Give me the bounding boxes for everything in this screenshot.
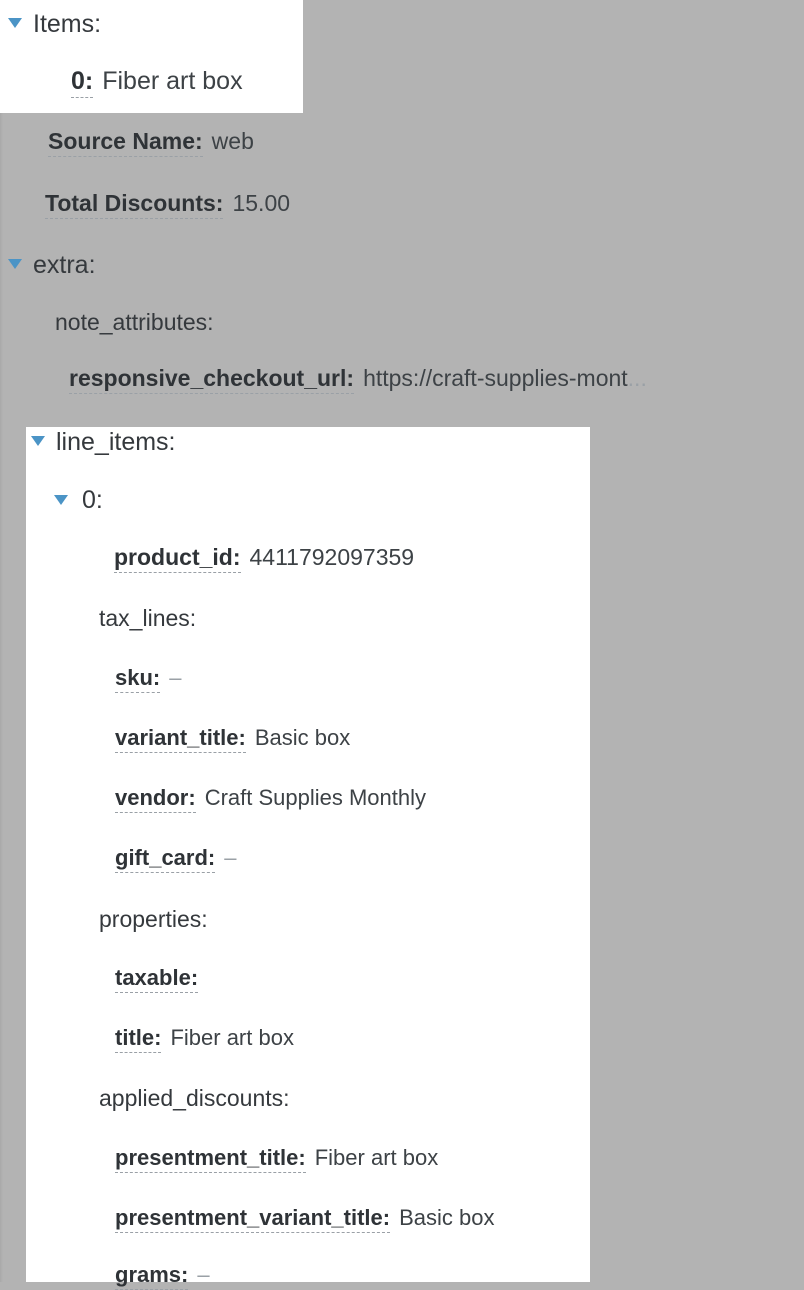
field-title-key: title: (115, 1027, 162, 1053)
items-child-value: Fiber art box (102, 67, 243, 95)
field-sku[interactable]: sku: – (115, 665, 182, 693)
field-source-name-value: web (211, 128, 254, 154)
caret-down-icon[interactable] (8, 259, 22, 269)
field-gift-card-key: gift_card: (115, 847, 216, 873)
items-child-key: 0: (71, 69, 94, 98)
field-product-id-key: product_id: (114, 546, 241, 573)
left-edge-shade (0, 0, 3, 1282)
tree-node-extra[interactable]: extra: (8, 253, 96, 278)
truncation-ellipsis: ... (627, 365, 647, 391)
tree-node-applied-discounts-label: applied_discounts: (99, 1085, 290, 1111)
field-presentment-variant-title[interactable]: presentment_variant_title: Basic box (115, 1205, 495, 1233)
caret-down-icon[interactable] (8, 18, 22, 28)
field-presentment-title-key: presentment_title: (115, 1147, 306, 1173)
tree-node-tax-lines[interactable]: tax_lines: (99, 607, 196, 630)
field-sku-value: – (169, 665, 182, 690)
field-vendor[interactable]: vendor: Craft Supplies Monthly (115, 785, 427, 813)
field-gift-card-value: – (224, 845, 237, 870)
tree-node-properties[interactable]: properties: (99, 908, 208, 931)
field-title-value: Fiber art box (170, 1025, 294, 1050)
field-total-discounts-key: Total Discounts: (45, 192, 224, 219)
field-title[interactable]: title: Fiber art box (115, 1025, 294, 1053)
field-product-id-value: 4411792097359 (249, 544, 415, 570)
field-vendor-value: Craft Supplies Monthly (204, 785, 427, 810)
field-taxable-key: taxable: (115, 967, 199, 993)
field-source-name[interactable]: Source Name: web (48, 128, 254, 157)
tree-node-applied-discounts[interactable]: applied_discounts: (99, 1087, 290, 1110)
field-grams-key: grams: (115, 1264, 189, 1290)
field-variant-title[interactable]: variant_title: Basic box (115, 725, 351, 753)
field-grams[interactable]: grams: – (115, 1262, 210, 1290)
tree-node-line-items-label: line_items: (56, 428, 176, 456)
field-variant-title-value: Basic box (254, 725, 351, 750)
field-presentment-title[interactable]: presentment_title: Fiber art box (115, 1145, 439, 1173)
field-taxable[interactable]: taxable: (115, 967, 207, 993)
tree-node-note-attributes-label: note_attributes: (55, 309, 214, 335)
field-presentment-variant-title-key: presentment_variant_title: (115, 1207, 391, 1233)
field-presentment-title-value: Fiber art box (314, 1145, 439, 1170)
field-responsive-checkout-url-value: https://craft-supplies-mont (363, 365, 628, 391)
tree-node-line-items[interactable]: line_items: (31, 430, 176, 455)
field-presentment-variant-title-value: Basic box (399, 1205, 495, 1230)
tree-node-tax-lines-label: tax_lines: (99, 605, 197, 631)
caret-down-icon[interactable] (54, 495, 68, 505)
field-vendor-key: vendor: (115, 787, 196, 813)
tree-node-items-label: Items: (33, 10, 102, 38)
tree-node-line-item-0[interactable]: 0: (54, 488, 103, 513)
field-product-id[interactable]: product_id: 4411792097359 (114, 544, 415, 573)
tree-node-line-item-0-label: 0: (82, 486, 103, 514)
field-sku-key: sku: (115, 667, 161, 693)
tree-node-note-attributes[interactable]: note_attributes: (55, 311, 214, 334)
tree-node-extra-label: extra: (33, 251, 96, 279)
caret-down-icon[interactable] (31, 436, 45, 446)
field-gift-card[interactable]: gift_card: – (115, 845, 237, 873)
field-responsive-checkout-url[interactable]: responsive_checkout_url: https://craft-s… (69, 365, 647, 394)
field-source-name-key: Source Name: (48, 130, 203, 157)
tree-node-properties-label: properties: (99, 906, 208, 932)
field-grams-value: – (197, 1262, 210, 1287)
field-total-discounts-value: 15.00 (232, 190, 291, 216)
tree-node-items[interactable]: Items: (8, 12, 101, 37)
field-responsive-checkout-url-key: responsive_checkout_url: (69, 367, 355, 394)
field-total-discounts[interactable]: Total Discounts: 15.00 (45, 190, 291, 219)
items-child-row-0[interactable]: 0: Fiber art box (71, 67, 243, 98)
field-variant-title-key: variant_title: (115, 727, 246, 753)
